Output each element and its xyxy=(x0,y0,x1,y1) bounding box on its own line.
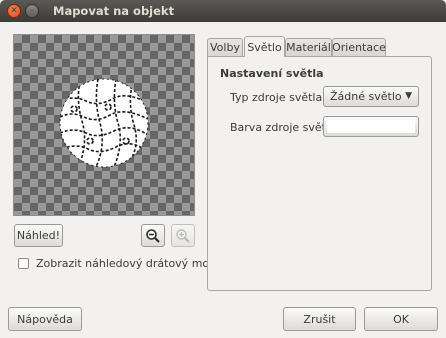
light-type-label: Typ zdroje světla: xyxy=(230,91,326,104)
sphere-preview-image xyxy=(59,78,149,168)
minimize-icon: – xyxy=(29,5,35,16)
zoom-out-icon xyxy=(146,228,160,243)
cancel-button[interactable]: Zrušit xyxy=(283,307,356,331)
zoom-out-button[interactable] xyxy=(141,224,165,247)
tab-orientace[interactable]: Orientace xyxy=(332,38,386,56)
light-color-swatch xyxy=(327,120,415,133)
section-title: Nastavení světla xyxy=(220,67,324,80)
zoom-in-icon xyxy=(176,228,190,243)
chevron-down-icon: ▼ xyxy=(405,91,412,101)
preview-button[interactable]: Náhled! xyxy=(14,224,63,247)
window-title: Mapovat na objekt xyxy=(53,4,175,18)
wireframe-checkbox[interactable] xyxy=(18,258,29,269)
ok-button[interactable]: OK xyxy=(364,307,438,331)
minimize-window-button[interactable]: – xyxy=(25,4,39,18)
light-settings-panel: Nastavení světla Typ zdroje světla: Žádn… xyxy=(207,56,432,291)
close-window-button[interactable]: ✕ xyxy=(7,4,21,18)
light-type-dropdown[interactable]: Žádné světlo ▼ xyxy=(323,86,419,107)
tab-svetlo[interactable]: Světlo xyxy=(244,36,285,57)
tab-volby[interactable]: Volby xyxy=(207,38,243,56)
help-button[interactable]: Nápověda xyxy=(8,307,82,331)
tab-material[interactable]: Materiál xyxy=(285,38,332,56)
zoom-in-button[interactable] xyxy=(171,224,195,247)
wireframe-checkbox-label[interactable]: Zobrazit náhledový drátový model xyxy=(36,257,226,270)
map-object-dialog: ✕ – Mapovat na objekt Náhled! Zobrazit n… xyxy=(0,0,446,338)
light-color-button[interactable] xyxy=(323,116,419,137)
preview-area xyxy=(13,34,195,216)
close-icon: ✕ xyxy=(10,5,18,16)
light-type-value: Žádné světlo xyxy=(330,90,402,103)
title-bar: ✕ – Mapovat na objekt xyxy=(0,0,446,22)
